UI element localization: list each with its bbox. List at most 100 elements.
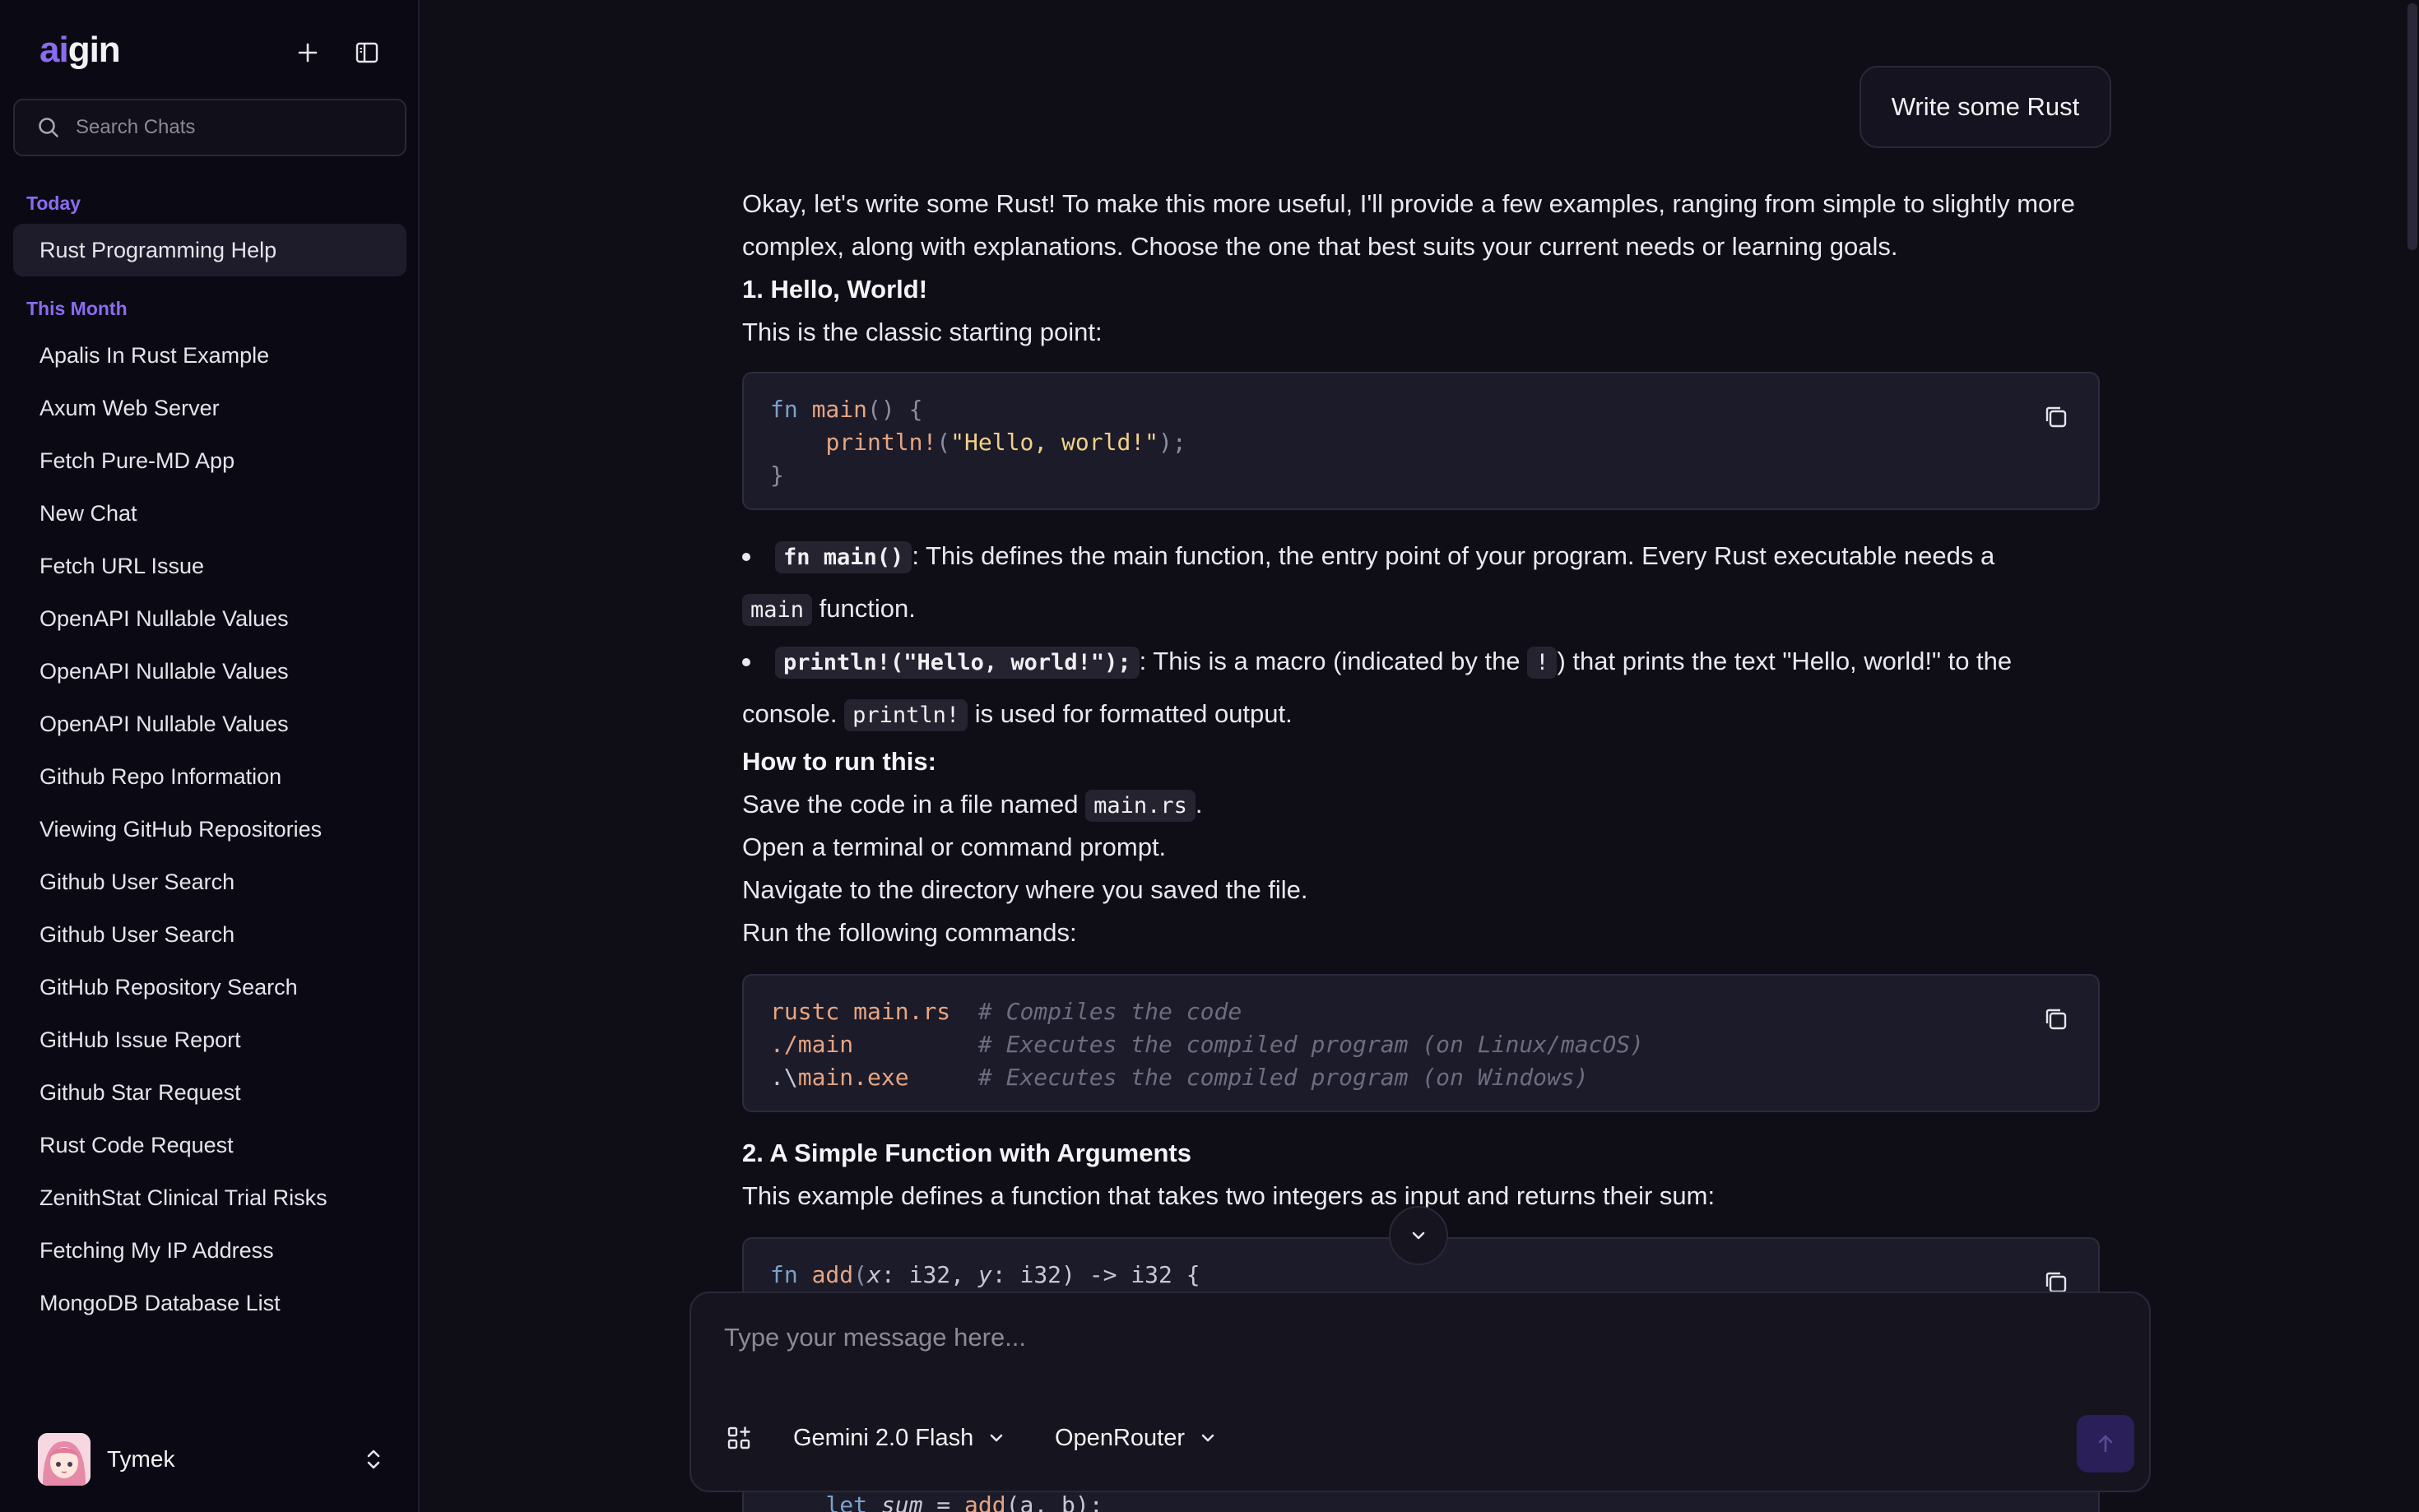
list-item-text: fn main(): This defines the main functio… [742, 530, 2100, 584]
paragraph-add-function: This example defines a function that tak… [742, 1181, 1716, 1210]
code-token: rustc [770, 998, 840, 1025]
code-token: main [811, 396, 868, 423]
code-token: add [964, 1491, 1006, 1512]
step-text: Save the code in a file named [742, 790, 1079, 819]
sidebar-chat-item[interactable]: Github Repo Information [13, 750, 406, 803]
user-menu[interactable]: Tymek [38, 1431, 383, 1487]
step-save: Save the code in a file named main.rs. [742, 783, 1202, 828]
bullet-dot [742, 553, 750, 561]
code-token: y [977, 1261, 992, 1288]
code-token: ); [1158, 429, 1186, 456]
provider-selector-label: OpenRouter [1055, 1424, 1185, 1451]
code-token: fn [770, 396, 798, 423]
sidebar-chat-item[interactable]: Apalis In Rust Example [13, 329, 406, 382]
sidebar-chat-item[interactable]: Viewing GitHub Repositories [13, 803, 406, 856]
chevron-up-down-icon [367, 1449, 380, 1469]
inline-code: println! [844, 699, 968, 731]
scrollbar[interactable] [2407, 3, 2417, 250]
logo-rest-text: gin [67, 30, 121, 70]
list-item-text-part: function. [819, 594, 916, 623]
send-button[interactable] [2077, 1415, 2134, 1473]
message-input[interactable] [724, 1323, 2106, 1372]
sidebar-chat-item[interactable]: Github User Search [13, 908, 406, 961]
code-token: x [867, 1261, 881, 1288]
list-item: fn main(): This defines the main functio… [742, 530, 2100, 584]
code-block-hello: fn main() { println!("Hello, world!"); } [742, 372, 2100, 510]
sidebar-chat-item[interactable]: GitHub Repository Search [13, 961, 406, 1013]
list-item-text-part: : This defines the main function, the en… [912, 541, 1995, 570]
list-item-text-part: ) that prints the text "Hello, world!" t… [1557, 647, 2013, 675]
inline-code: println!("Hello, world!"); [775, 647, 1140, 679]
code-token: ( [936, 429, 951, 456]
sidebar-chat-item[interactable]: Github Star Request [13, 1066, 406, 1119]
code-token: } [770, 461, 784, 489]
heading-simple-function: 2. A Simple Function with Arguments [742, 1139, 1191, 1167]
sidebar-chat-item[interactable]: Fetch URL Issue [13, 540, 406, 592]
code-token: main.exe [797, 1064, 909, 1091]
code-token: let [825, 1491, 868, 1512]
arrow-up-icon [2098, 1435, 2113, 1453]
inline-code: fn main() [775, 541, 912, 573]
attachments-button[interactable] [726, 1418, 752, 1458]
sidebar-chat-item[interactable]: OpenAPI Nullable Values [13, 645, 406, 698]
code-token: .\ [770, 1064, 798, 1091]
inline-code: main [742, 594, 813, 626]
code-token: ( [853, 1261, 868, 1288]
sidebar-chat-item[interactable]: Fetch Pure-MD App [13, 434, 406, 487]
sidebar-chat-item[interactable]: GitHub Issue Report [13, 1013, 406, 1066]
code-token: println! [825, 429, 937, 456]
code-block-commands: rustc main.rs # Compiles the code ./main… [742, 974, 2100, 1112]
section-label-today: Today [26, 192, 81, 214]
plus-icon [298, 43, 318, 63]
search-chats-field[interactable] [13, 99, 406, 156]
list-item-continuation: console. println! is used for formatted … [742, 688, 2100, 742]
list-item-text: println!("Hello, world!");: This is a ma… [742, 635, 2100, 689]
code-token: main.rs [853, 998, 951, 1025]
new-chat-button[interactable] [291, 36, 324, 69]
message-composer: Gemini 2.0 Flash OpenRouter [689, 1292, 2151, 1492]
user-name: Tymek [107, 1446, 175, 1472]
code-token: # Executes the compiled program (on Wind… [977, 1064, 1589, 1091]
scroll-to-bottom-button[interactable] [1389, 1206, 1448, 1265]
chevron-down-icon [1201, 1434, 1214, 1442]
sidebar-chat-item[interactable]: New Chat [13, 487, 406, 540]
code-token: add [811, 1261, 854, 1288]
app-logo[interactable]: aigin [39, 30, 121, 71]
sidebar-chat-item[interactable]: OpenAPI Nullable Values [13, 698, 406, 750]
list-item-text-part: console. [742, 699, 838, 728]
inline-code: main.rs [1085, 790, 1196, 822]
sidebar-chat-item[interactable]: Axum Web Server [13, 382, 406, 434]
heading-how-to-run: How to run this: [742, 747, 936, 776]
sidebar-chat-item[interactable]: OpenAPI Nullable Values [13, 592, 406, 645]
bullet-dot [742, 658, 750, 666]
search-chats-input[interactable] [76, 116, 388, 139]
model-selector[interactable]: Gemini 2.0 Flash [793, 1418, 1006, 1458]
apps-add-icon [727, 1426, 750, 1449]
today-chat-list: Rust Programming Help [13, 224, 406, 276]
code-token: () { [867, 396, 923, 423]
avatar-image [38, 1433, 91, 1486]
sidebar-chat-item[interactable]: Github User Search [13, 856, 406, 908]
month-chat-list: Apalis In Rust Example Axum Web Server Fet… [13, 329, 406, 1329]
sidebar-chat-item[interactable]: Rust Code Request [13, 1119, 406, 1171]
sidebar-chat-item[interactable]: MongoDB Database List [13, 1277, 406, 1329]
toggle-sidebar-button[interactable] [351, 36, 383, 69]
code-token: fn [770, 1261, 798, 1288]
list-item-text-part: : This is a macro (indicated by the [1139, 647, 1521, 675]
intro-paragraph: Okay, let's write some Rust! To make thi… [742, 189, 2075, 261]
heading-hello-world: 1. Hello, World! [742, 275, 928, 304]
step-run-commands: Run the following commands: [742, 918, 1077, 947]
step-navigate: Navigate to the directory where you save… [742, 875, 1308, 904]
sidebar-chat-item[interactable]: Rust Programming Help [13, 224, 406, 276]
search-icon [39, 118, 58, 137]
code-token: (a, b); [1005, 1491, 1103, 1512]
copy-code-button[interactable] [2042, 1005, 2070, 1033]
code-token: sum [880, 1491, 923, 1512]
copy-code-button[interactable] [2042, 403, 2070, 431]
avatar [38, 1433, 91, 1486]
section-label-this-month: This Month [26, 298, 128, 319]
sidebar-chat-item[interactable]: ZenithStat Clinical Trial Risks [13, 1171, 406, 1224]
sidebar-chat-item[interactable]: Fetching My IP Address [13, 1224, 406, 1277]
provider-selector[interactable]: OpenRouter [1055, 1418, 1218, 1458]
copy-icon [2045, 1009, 2067, 1030]
